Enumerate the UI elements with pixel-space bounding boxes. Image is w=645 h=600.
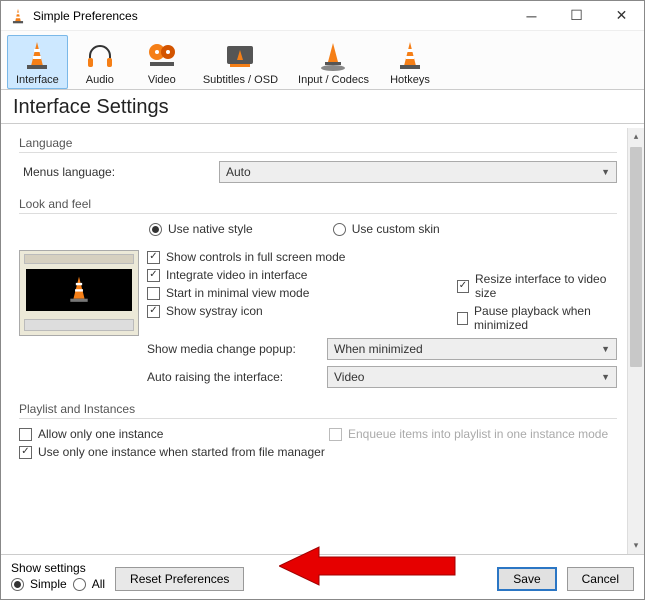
titlebar: Simple Preferences ─ ☐ ✕	[1, 1, 644, 31]
category-label: Subtitles / OSD	[203, 74, 278, 86]
radio-label: Use custom skin	[352, 222, 440, 236]
footer: Show settings Simple All Reset Preferenc…	[1, 554, 644, 599]
close-button[interactable]: ✕	[599, 1, 644, 31]
scrollbar-thumb[interactable]	[630, 147, 642, 367]
cancel-button[interactable]: Cancel	[567, 567, 634, 591]
show-settings-label: Show settings	[11, 561, 105, 575]
settings-scroll-area: Language Menus language: Auto ▼ Look and…	[1, 128, 644, 554]
radio-custom-skin[interactable]: Use custom skin	[333, 222, 440, 236]
menus-language-dropdown[interactable]: Auto ▼	[219, 161, 617, 183]
filmreel-icon	[146, 40, 178, 72]
divider	[19, 152, 617, 153]
group-language: Language	[19, 136, 617, 150]
category-interface[interactable]: Interface	[7, 35, 68, 89]
auto-raise-label: Auto raising the interface:	[147, 370, 327, 384]
check-enqueue: Enqueue items into playlist in one insta…	[329, 427, 617, 441]
check-integrate-video[interactable]: ✓Integrate video in interface	[147, 268, 447, 282]
window-title: Simple Preferences	[33, 9, 509, 23]
menus-language-label: Menus language:	[19, 165, 219, 179]
cone-icon	[21, 40, 53, 72]
radio-icon	[333, 223, 346, 236]
chevron-down-icon: ▼	[601, 372, 610, 382]
category-label: Input / Codecs	[298, 74, 369, 86]
radio-icon	[149, 223, 162, 236]
heading-divider	[1, 123, 644, 124]
check-show-systray[interactable]: ✓Show systray icon	[147, 304, 447, 318]
settings-content: Language Menus language: Auto ▼ Look and…	[1, 128, 627, 554]
cone-icon	[66, 275, 92, 305]
vlc-cone-icon	[9, 7, 27, 25]
check-start-minimal[interactable]: Start in minimal view mode	[147, 286, 447, 300]
save-button[interactable]: Save	[497, 567, 556, 591]
category-label: Video	[148, 74, 176, 86]
group-lookfeel: Look and feel	[19, 197, 617, 211]
media-popup-dropdown[interactable]: When minimized▼	[327, 338, 617, 360]
check-one-instance[interactable]: Allow only one instance	[19, 427, 319, 441]
radio-show-simple[interactable]: Simple	[11, 577, 67, 591]
category-hotkeys[interactable]: Hotkeys	[380, 35, 440, 89]
category-label: Hotkeys	[390, 74, 430, 86]
minimize-button[interactable]: ─	[509, 1, 554, 31]
reset-preferences-button[interactable]: Reset Preferences	[115, 567, 244, 591]
codecs-icon	[317, 40, 349, 72]
category-codecs[interactable]: Input / Codecs	[289, 35, 378, 89]
vertical-scrollbar[interactable]: ▴ ▾	[627, 128, 644, 554]
check-pause-minimized[interactable]: Pause playback when minimized	[457, 304, 617, 332]
scroll-up-icon[interactable]: ▴	[628, 128, 645, 145]
divider	[19, 213, 617, 214]
category-audio[interactable]: Audio	[70, 35, 130, 89]
chevron-down-icon: ▼	[601, 344, 610, 354]
check-one-instance-filemgr[interactable]: ✓Use only one instance when started from…	[19, 445, 617, 459]
category-label: Interface	[16, 74, 59, 86]
maximize-button[interactable]: ☐	[554, 1, 599, 31]
chevron-down-icon: ▼	[601, 167, 610, 177]
media-popup-label: Show media change popup:	[147, 342, 327, 356]
scroll-down-icon[interactable]: ▾	[628, 537, 645, 554]
radio-show-all[interactable]: All	[73, 577, 105, 591]
divider	[19, 418, 617, 419]
category-video[interactable]: Video	[132, 35, 192, 89]
group-playlist: Playlist and Instances	[19, 402, 617, 416]
auto-raise-dropdown[interactable]: Video▼	[327, 366, 617, 388]
category-label: Audio	[86, 74, 114, 86]
check-resize-interface[interactable]: ✓Resize interface to video size	[457, 272, 617, 300]
check-show-controls[interactable]: ✓Show controls in full screen mode	[147, 250, 447, 264]
dropdown-value: Auto	[226, 165, 251, 179]
radio-label: Use native style	[168, 222, 253, 236]
subtitles-icon	[224, 40, 256, 72]
preferences-window: Simple Preferences ─ ☐ ✕ Interface Audio…	[0, 0, 645, 600]
hotkeys-icon	[394, 40, 426, 72]
headphones-icon	[84, 40, 116, 72]
page-heading: Interface Settings	[1, 90, 644, 123]
skin-preview	[19, 250, 139, 336]
category-toolbar: Interface Audio Video Subtitles / OSD In…	[1, 31, 644, 90]
radio-native-style[interactable]: Use native style	[149, 222, 253, 236]
category-subtitles[interactable]: Subtitles / OSD	[194, 35, 287, 89]
